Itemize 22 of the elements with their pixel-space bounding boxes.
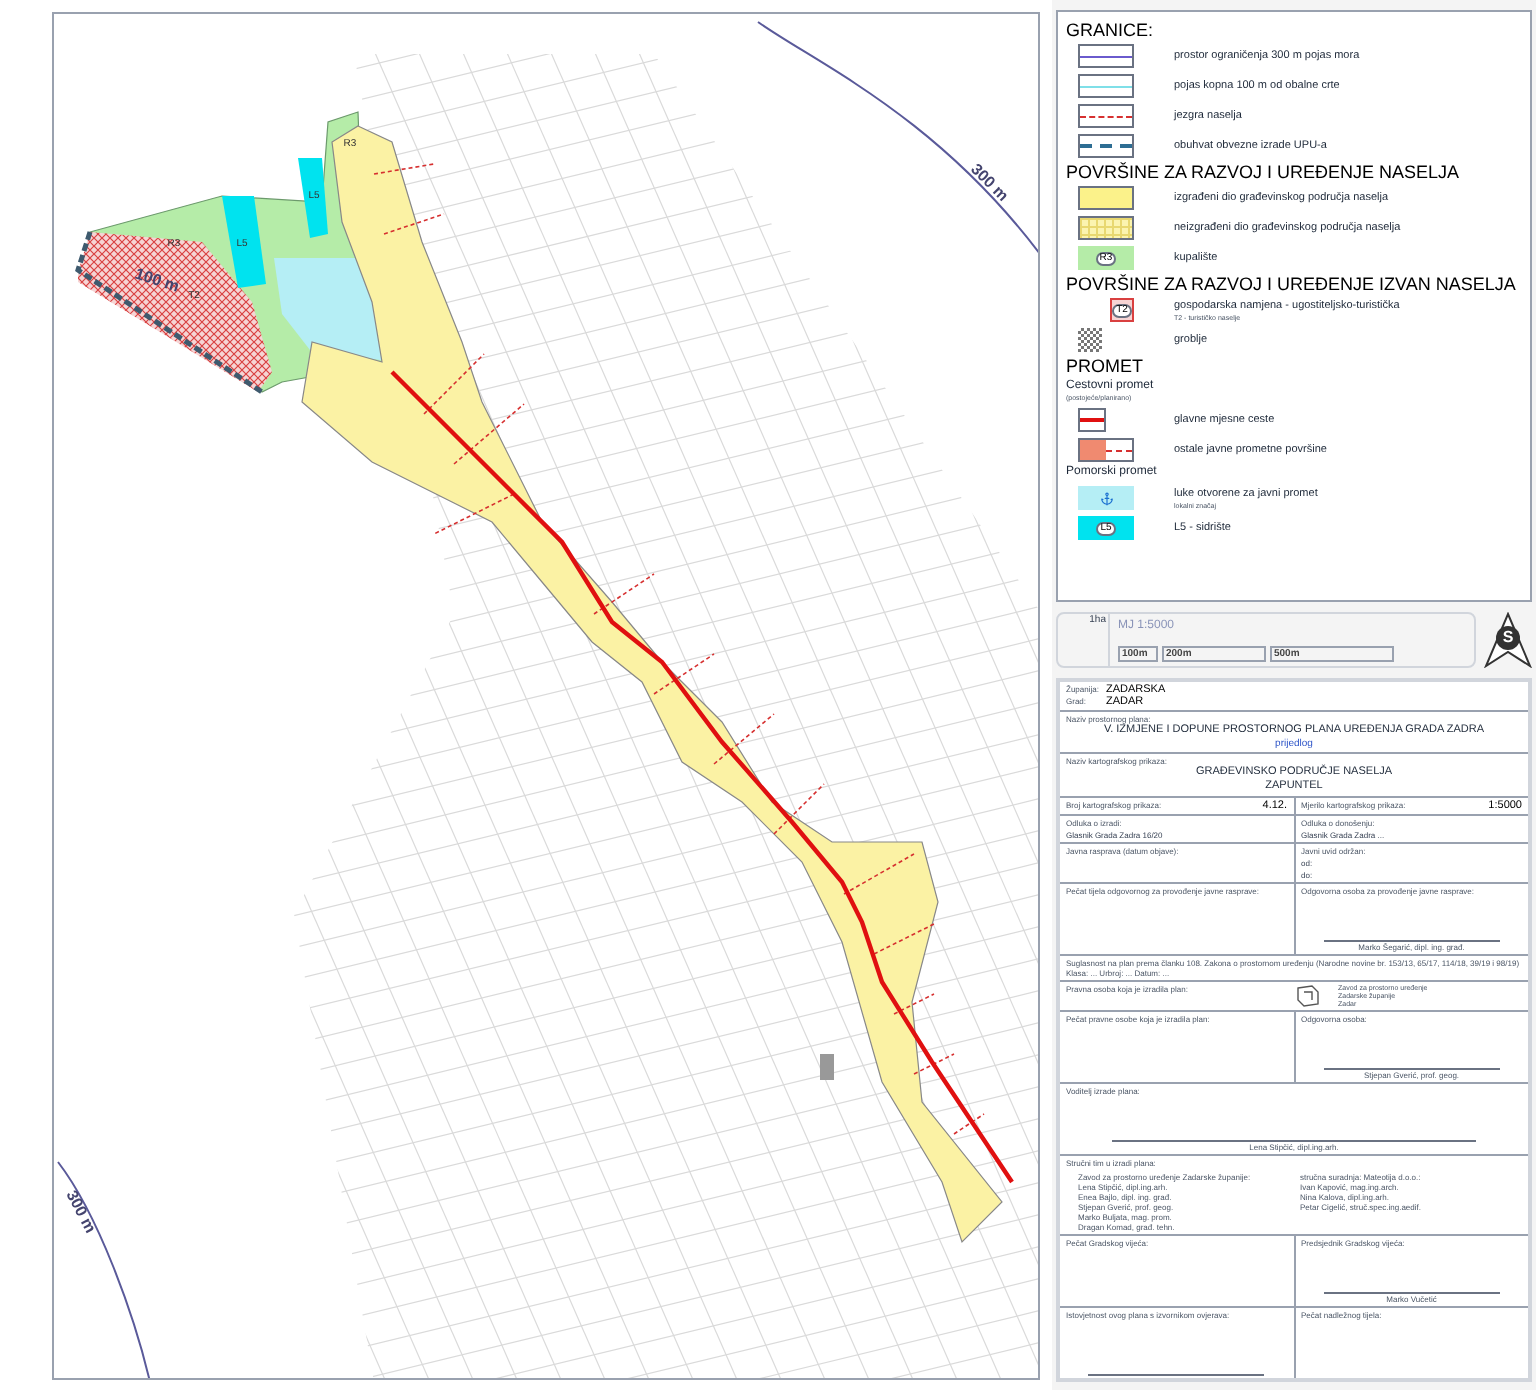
legend-swatch <box>1078 44 1134 68</box>
legend-swatch <box>1078 216 1134 240</box>
legend-swatch <box>1078 104 1134 128</box>
cemetery-area <box>820 1054 834 1080</box>
distance-label: 300 m <box>967 160 1012 205</box>
legend-heading: POVRŠINE ZA RAZVOJ I UREĐENJE NASELJA <box>1066 162 1462 182</box>
anchor-icon <box>1099 491 1113 505</box>
institute-logo-icon <box>1294 984 1322 1008</box>
legend-heading: PROMET <box>1066 356 1146 376</box>
anchorage-area <box>298 158 328 238</box>
legend-swatch <box>1078 186 1134 210</box>
north-arrow-icon: S <box>1484 612 1532 668</box>
legend-swatch <box>1078 74 1134 98</box>
distance-label: 100 m <box>132 264 182 296</box>
legend-swatch <box>1078 408 1106 432</box>
legend-swatch <box>1078 134 1134 158</box>
distance-label: 300 m <box>62 1187 100 1236</box>
legend-heading: GRANICE: <box>1066 20 1156 40</box>
anchorage-area <box>222 196 266 288</box>
legend-swatch <box>1078 328 1102 352</box>
legend-heading: POVRŠINE ZA RAZVOJ I UREĐENJE IZVAN NASELJA <box>1066 274 1518 294</box>
legend-swatch <box>1078 438 1134 462</box>
